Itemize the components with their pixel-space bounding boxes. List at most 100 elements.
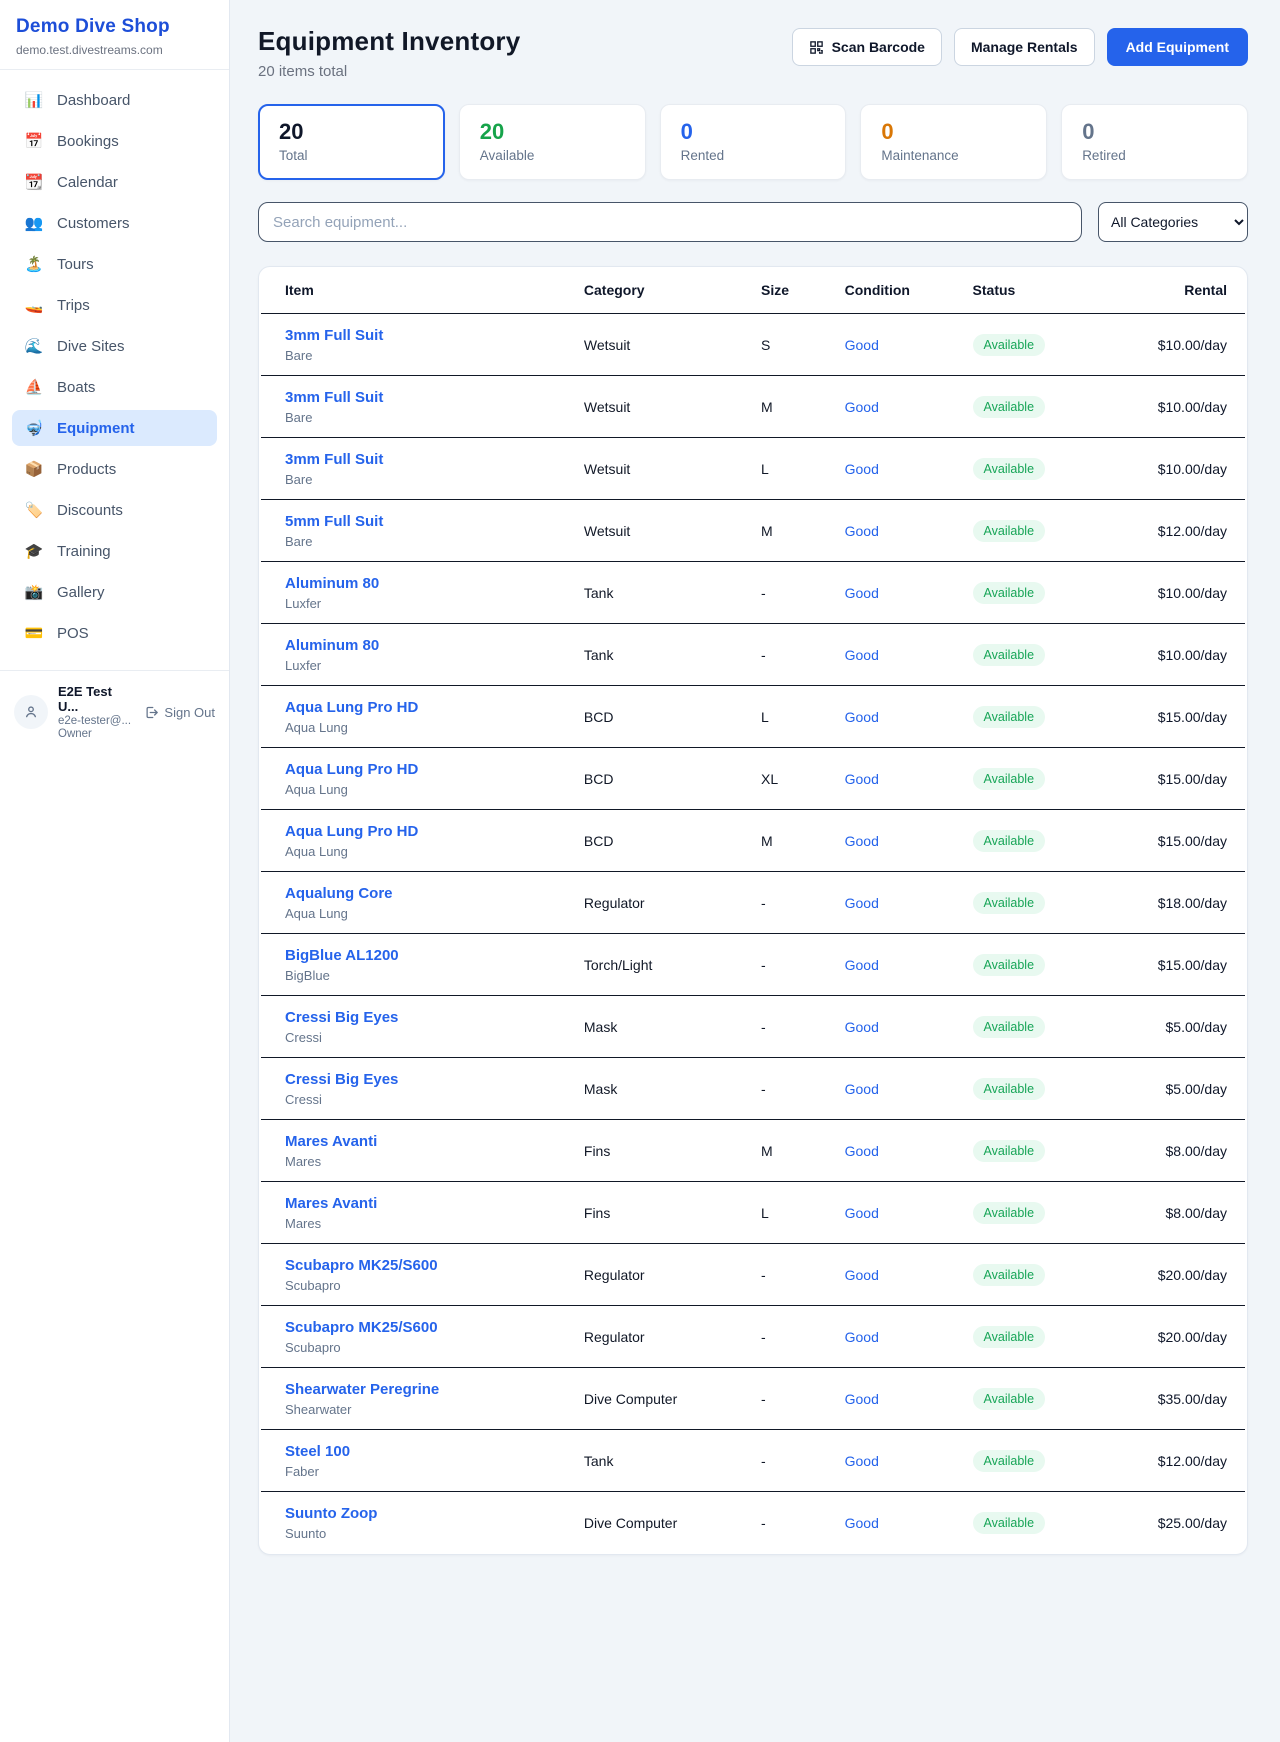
category-cell: Mask (576, 1058, 753, 1120)
item-cell: Aqualung Core Aqua Lung (261, 872, 576, 934)
sidebar-item-tours[interactable]: 🏝️Tours (12, 246, 217, 282)
condition-link[interactable]: Good (845, 1205, 879, 1221)
item-name-link[interactable]: Aqua Lung Pro HD (285, 699, 418, 716)
condition-link[interactable]: Good (845, 833, 879, 849)
stat-card-rented[interactable]: 0Rented (660, 104, 847, 180)
condition-link[interactable]: Good (845, 337, 879, 353)
condition-link[interactable]: Good (845, 1515, 879, 1531)
sidebar-item-boats[interactable]: ⛵Boats (12, 369, 217, 405)
item-brand: Cressi (285, 1030, 568, 1045)
sidebar-item-trips[interactable]: 🚤Trips (12, 287, 217, 323)
category-cell: BCD (576, 810, 753, 872)
sidebar-item-dashboard[interactable]: 📊Dashboard (12, 82, 217, 118)
trips-icon: 🚤 (24, 296, 44, 314)
item-name-link[interactable]: Cressi Big Eyes (285, 1009, 398, 1026)
size-cell: M (753, 810, 837, 872)
scan-barcode-button[interactable]: Scan Barcode (792, 28, 942, 66)
category-cell: Wetsuit (576, 500, 753, 562)
equipment-table-card: ItemCategorySizeConditionStatusRental 3m… (258, 266, 1248, 1555)
item-name-link[interactable]: Suunto Zoop (285, 1505, 377, 1522)
sidebar-item-gallery[interactable]: 📸Gallery (12, 574, 217, 610)
category-select[interactable]: All Categories (1098, 202, 1248, 242)
status-cell: Available (965, 1492, 1113, 1554)
item-name-link[interactable]: 3mm Full Suit (285, 327, 383, 344)
item-cell: Scubapro MK25/S600Scubapro (261, 1244, 576, 1306)
condition-link[interactable]: Good (845, 1143, 879, 1159)
condition-link[interactable]: Good (845, 585, 879, 601)
condition-link[interactable]: Good (845, 647, 879, 663)
item-cell: Aqua Lung Pro HDAqua Lung (261, 810, 576, 872)
status-badge: Available (973, 396, 1046, 418)
condition-link[interactable]: Good (845, 461, 879, 477)
condition-cell: Good (837, 1430, 965, 1492)
sidebar-item-products[interactable]: 📦Products (12, 451, 217, 487)
item-name-link[interactable]: Aluminum 80 (285, 637, 379, 654)
category-cell: Regulator (576, 1244, 753, 1306)
item-name-link[interactable]: Scubapro MK25/S600 (285, 1319, 438, 1336)
condition-cell: Good (837, 1368, 965, 1430)
condition-link[interactable]: Good (845, 895, 879, 911)
category-cell: Dive Computer (576, 1368, 753, 1430)
sign-out-button[interactable]: Sign Out (144, 705, 215, 720)
item-name-link[interactable]: Aqualung Core (285, 885, 393, 902)
condition-link[interactable]: Good (845, 399, 879, 415)
user-icon (23, 704, 39, 720)
item-name-link[interactable]: Aluminum 80 (285, 575, 379, 592)
sidebar-item-equipment[interactable]: 🤿Equipment (12, 410, 217, 446)
status-badge: Available (973, 892, 1046, 914)
stat-card-total[interactable]: 20Total (258, 104, 445, 180)
discounts-icon: 🏷️ (24, 501, 44, 519)
header-actions: Scan Barcode Manage Rentals Add Equipmen… (792, 28, 1248, 66)
sidebar-item-pos[interactable]: 💳POS (12, 615, 217, 651)
category-cell: Fins (576, 1120, 753, 1182)
manage-rentals-button[interactable]: Manage Rentals (954, 28, 1095, 66)
item-name-link[interactable]: Aqua Lung Pro HD (285, 823, 418, 840)
item-name-link[interactable]: Shearwater Peregrine (285, 1381, 439, 1398)
item-name-link[interactable]: Steel 100 (285, 1443, 350, 1460)
category-cell: Wetsuit (576, 376, 753, 438)
stat-card-available[interactable]: 20Available (459, 104, 646, 180)
sidebar-item-customers[interactable]: 👥Customers (12, 205, 217, 241)
condition-link[interactable]: Good (845, 709, 879, 725)
condition-link[interactable]: Good (845, 771, 879, 787)
category-cell: Fins (576, 1182, 753, 1244)
condition-link[interactable]: Good (845, 1391, 879, 1407)
condition-link[interactable]: Good (845, 957, 879, 973)
sidebar-item-label: Dashboard (57, 92, 130, 109)
item-name-link[interactable]: Mares Avanti (285, 1133, 377, 1150)
add-equipment-button[interactable]: Add Equipment (1107, 28, 1248, 66)
search-input[interactable] (258, 202, 1082, 242)
sidebar-item-calendar[interactable]: 📆Calendar (12, 164, 217, 200)
size-cell: L (753, 438, 837, 500)
status-badge: Available (973, 1202, 1046, 1224)
item-name-link[interactable]: BigBlue AL1200 (285, 947, 399, 964)
condition-link[interactable]: Good (845, 1267, 879, 1283)
sidebar-item-training[interactable]: 🎓Training (12, 533, 217, 569)
item-brand: Aqua Lung (285, 906, 568, 921)
item-name-link[interactable]: 3mm Full Suit (285, 451, 383, 468)
condition-link[interactable]: Good (845, 1453, 879, 1469)
status-cell: Available (965, 686, 1113, 748)
sidebar-item-bookings[interactable]: 📅Bookings (12, 123, 217, 159)
status-badge: Available (973, 768, 1046, 790)
stat-value: 0 (1082, 119, 1227, 145)
condition-link[interactable]: Good (845, 523, 879, 539)
stat-card-maintenance[interactable]: 0Maintenance (860, 104, 1047, 180)
rental-cell: $8.00/day (1112, 1120, 1245, 1182)
condition-link[interactable]: Good (845, 1019, 879, 1035)
item-name-link[interactable]: Scubapro MK25/S600 (285, 1257, 438, 1274)
equipment-icon: 🤿 (24, 419, 44, 437)
item-name-link[interactable]: 5mm Full Suit (285, 513, 383, 530)
rental-cell: $35.00/day (1112, 1368, 1245, 1430)
sidebar-item-dive-sites[interactable]: 🌊Dive Sites (12, 328, 217, 364)
stat-card-retired[interactable]: 0Retired (1061, 104, 1248, 180)
item-name-link[interactable]: Mares Avanti (285, 1195, 377, 1212)
condition-link[interactable]: Good (845, 1329, 879, 1345)
item-name-link[interactable]: 3mm Full Suit (285, 389, 383, 406)
item-name-link[interactable]: Aqua Lung Pro HD (285, 761, 418, 778)
condition-link[interactable]: Good (845, 1081, 879, 1097)
column-header-item: Item (261, 267, 576, 314)
sidebar-item-discounts[interactable]: 🏷️Discounts (12, 492, 217, 528)
stats-row: 20Total20Available0Rented0Maintenance0Re… (258, 104, 1248, 180)
item-name-link[interactable]: Cressi Big Eyes (285, 1071, 398, 1088)
